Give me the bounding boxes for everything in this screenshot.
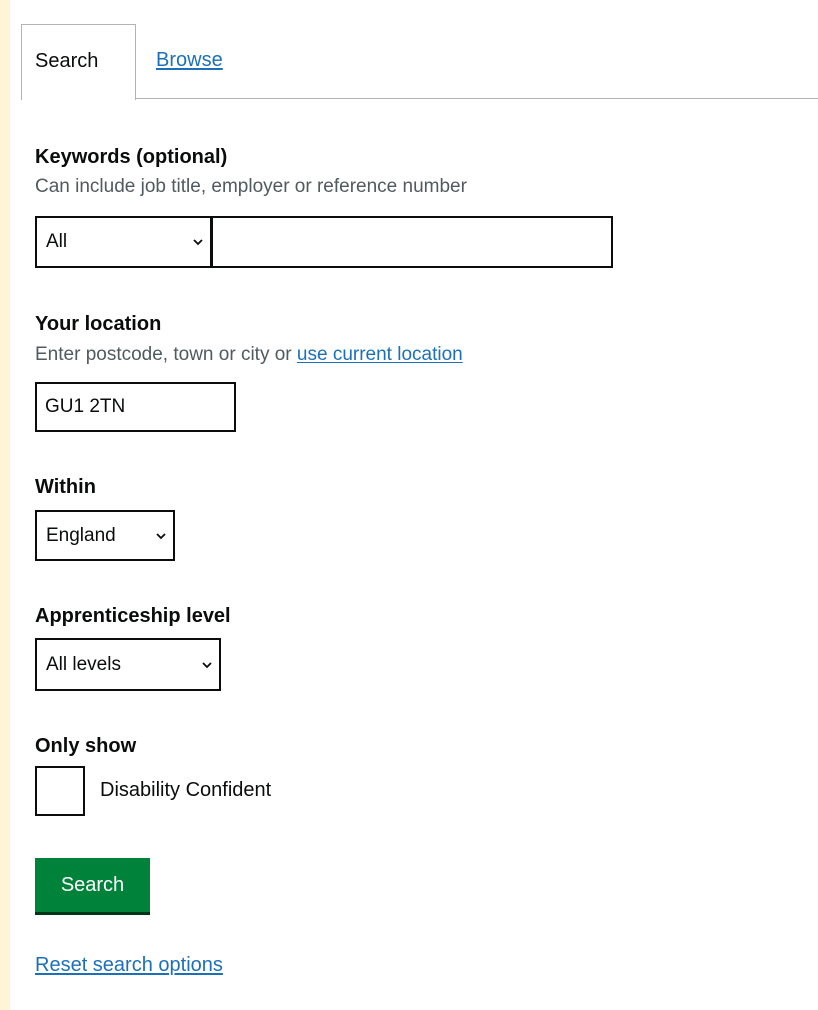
chevron-down-icon	[202, 661, 212, 668]
location-input-value: GU1 2TN	[45, 396, 126, 417]
keyword-scope-value: All	[46, 231, 68, 252]
chevron-down-icon	[193, 239, 203, 246]
reset-search-options-link[interactable]: Reset search options	[35, 954, 223, 976]
disability-confident-checkbox[interactable]	[35, 766, 85, 816]
within-value: England	[46, 524, 116, 546]
tab-browse[interactable]: Browse	[156, 50, 223, 70]
keywords-label: Keywords (optional)	[35, 146, 228, 168]
keyword-scope-select[interactable]: All	[35, 216, 212, 268]
keywords-hint: Can include job title, employer or refer…	[35, 176, 467, 197]
location-hint-text: Enter postcode, town or city or	[35, 344, 297, 365]
search-panel: Search Browse Keywords (optional) Can in…	[10, 0, 818, 1010]
tab-search[interactable]: Search	[21, 24, 136, 100]
level-select[interactable]: All levels	[35, 638, 221, 691]
tab-divider	[125, 98, 818, 99]
use-current-location-link[interactable]: use current location	[297, 344, 463, 365]
search-button[interactable]: Search	[35, 858, 150, 912]
level-label: Apprenticeship level	[35, 605, 231, 627]
location-input[interactable]: GU1 2TN	[35, 382, 236, 432]
chevron-down-icon	[156, 532, 166, 539]
level-value: All levels	[46, 653, 121, 675]
location-label: Your location	[35, 313, 162, 335]
location-hint: Enter postcode, town or city or use curr…	[35, 344, 463, 366]
tab-bar: Search Browse	[10, 0, 818, 100]
only-show-label: Only show	[35, 735, 137, 757]
disability-confident-label[interactable]: Disability Confident	[100, 779, 271, 801]
within-label: Within	[35, 476, 96, 498]
within-select[interactable]: England	[35, 510, 175, 561]
keywords-input[interactable]	[211, 216, 613, 268]
